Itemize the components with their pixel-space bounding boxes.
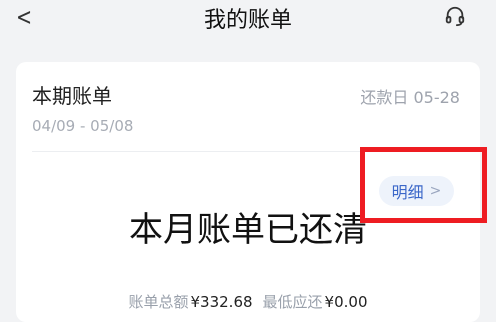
customer-service-headset-icon[interactable]	[444, 5, 466, 27]
due-date: 还款日 05-28	[360, 88, 460, 107]
minimum-payment-label: 最低应还	[262, 293, 323, 311]
minimum-payment-value: ¥0.00	[324, 293, 368, 311]
detail-label: 明细	[391, 183, 424, 202]
bill-card: 本期账单 还款日 05-28 04/09 - 05/08 明细 > 本月账单已还…	[16, 62, 480, 322]
billing-period-range: 04/09 - 05/08	[32, 117, 134, 135]
total-amount-value: ¥332.68	[190, 293, 253, 311]
chevron-right-icon: >	[429, 183, 442, 199]
bill-paid-status: 本月账单已还清	[129, 210, 367, 250]
total-amount-label: 账单总额	[128, 293, 189, 311]
bill-summary: 账单总额 ¥332.68 最低应还 ¥0.00	[16, 291, 480, 312]
current-period-title: 本期账单	[32, 84, 112, 108]
page-title: 我的账单	[203, 8, 292, 33]
top-nav-bar: < 我的账单	[0, 0, 496, 40]
divider	[32, 151, 464, 152]
